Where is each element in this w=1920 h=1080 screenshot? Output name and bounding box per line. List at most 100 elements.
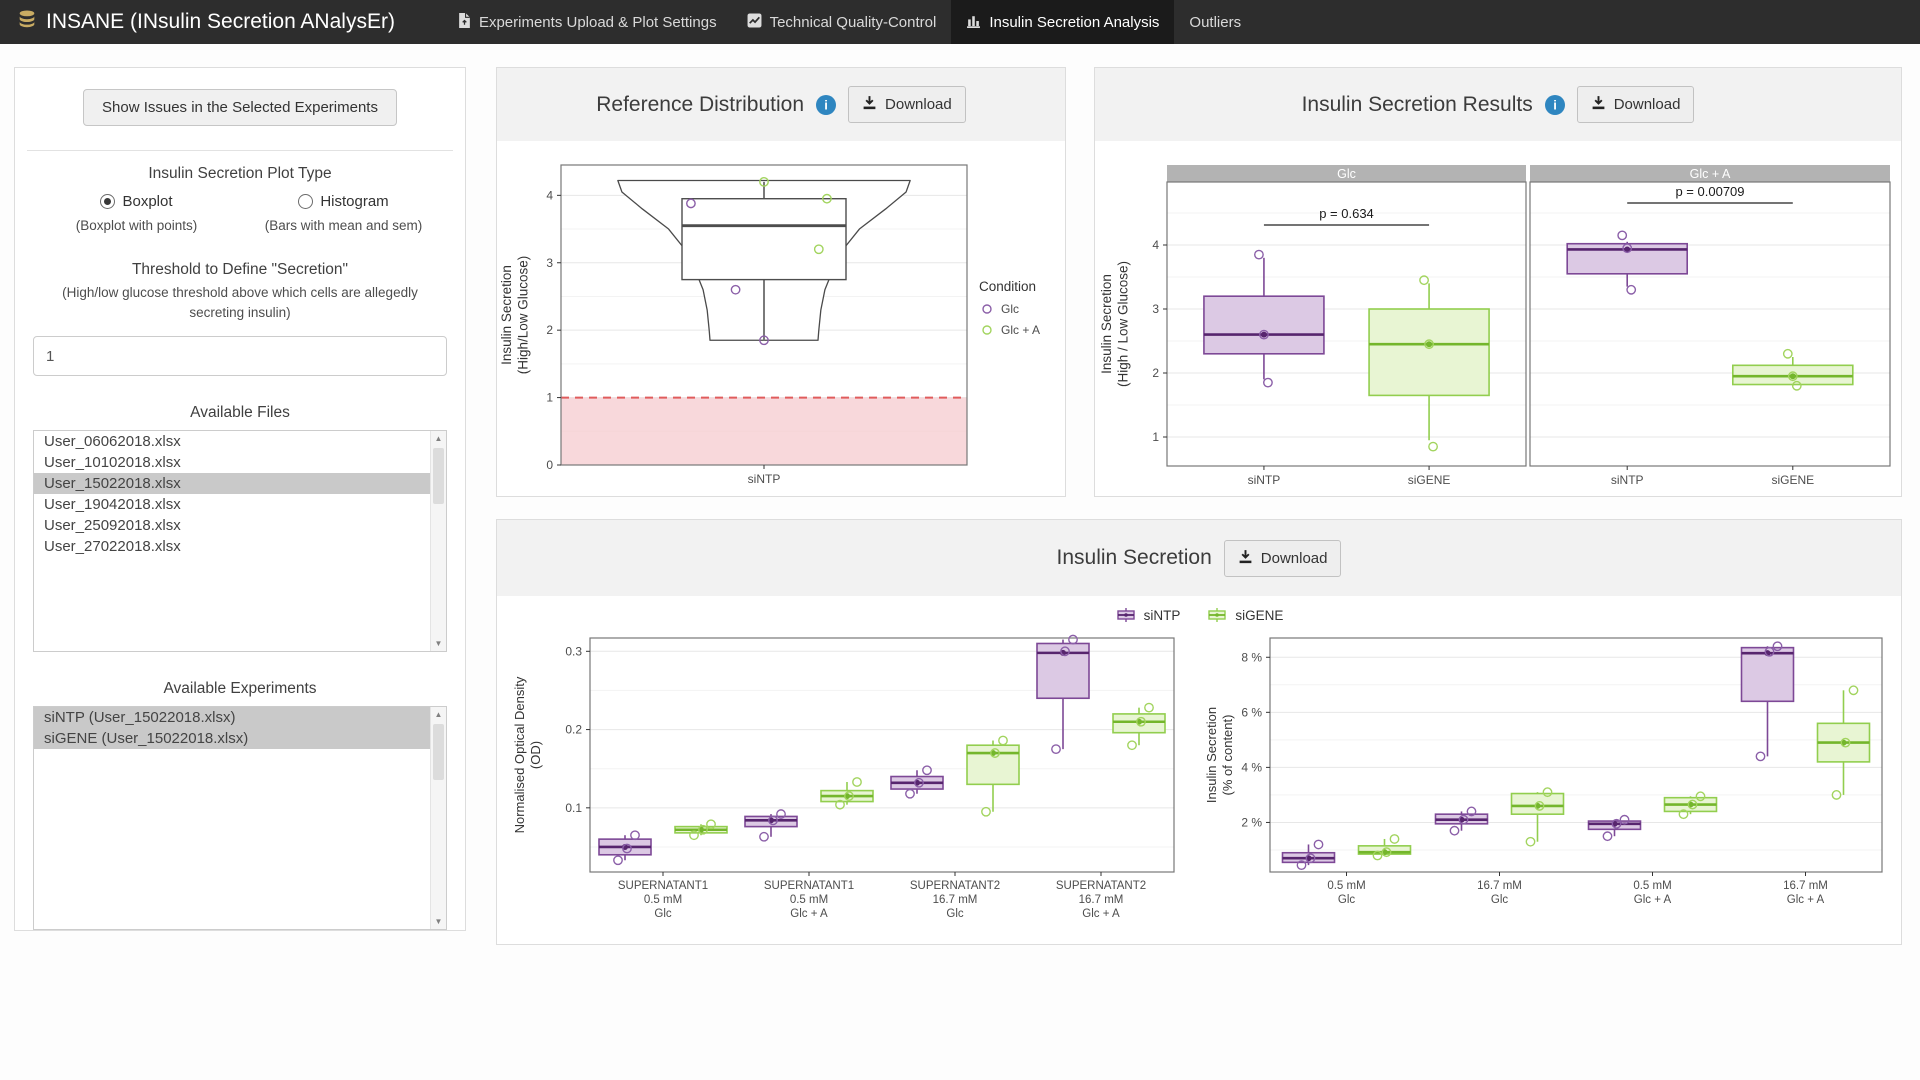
radio-icon[interactable] — [298, 194, 313, 209]
radio-label: Boxplot — [122, 193, 172, 210]
secretion-panel-body: siNTPsiGENE 0.10.20.3SUPERNATANT10.5 mMG… — [497, 598, 1901, 932]
available-experiments-listbox[interactable]: siNTP (User_15022018.xlsx)siGENE (User_1… — [33, 706, 447, 930]
threshold-input[interactable] — [33, 336, 447, 376]
tab-experiments-upload-plot-settings[interactable]: Experiments Upload & Plot Settings — [443, 0, 732, 44]
available-files-label: Available Files — [33, 404, 447, 422]
scroll-down-arrow[interactable]: ▼ — [431, 914, 446, 929]
scroll-thumb[interactable] — [433, 724, 444, 780]
insulin-secretion-results-plot: Glcp = 0.634siNTPsiGENEGlc + Ap = 0.0070… — [1095, 141, 1901, 496]
radio-hint: (Boxplot with points) — [33, 218, 240, 233]
reference-panel-title: Reference Distribution — [596, 93, 804, 117]
svg-text:p = 0.634: p = 0.634 — [1319, 206, 1374, 221]
download-button[interactable]: Download — [1577, 86, 1695, 123]
svg-text:Normalised Optical Density(OD): Normalised Optical Density(OD) — [512, 676, 543, 833]
sidebar: Show Issues in the Selected Experiments … — [14, 67, 466, 931]
svg-text:Glc: Glc — [946, 908, 964, 920]
svg-text:Glc + A: Glc + A — [1082, 908, 1120, 920]
available-experiment-item[interactable]: siNTP (User_15022018.xlsx) — [34, 707, 430, 728]
svg-text:Glc + A: Glc + A — [1690, 167, 1731, 181]
show-issues-button[interactable]: Show Issues in the Selected Experiments — [83, 89, 397, 126]
svg-text:4 %: 4 % — [1241, 760, 1262, 774]
available-file-item[interactable]: User_06062018.xlsx — [34, 431, 430, 452]
svg-text:Insulin Secretion(High/Low Glu: Insulin Secretion(High/Low Glucose) — [499, 256, 531, 375]
svg-text:4: 4 — [546, 188, 553, 202]
scroll-up-arrow[interactable]: ▲ — [431, 431, 446, 446]
svg-text:Glc: Glc — [1337, 167, 1356, 181]
available-file-item[interactable]: User_15022018.xlsx — [34, 473, 430, 494]
available-file-item[interactable]: User_10102018.xlsx — [34, 452, 430, 473]
available-files-listbox[interactable]: User_06062018.xlsxUser_10102018.xlsxUser… — [33, 430, 447, 652]
svg-text:i: i — [1553, 97, 1557, 112]
scrollbar[interactable]: ▲▼ — [430, 707, 446, 929]
svg-text:Glc: Glc — [1001, 302, 1019, 316]
line-chart-icon — [747, 13, 762, 32]
svg-text:0.5 mM: 0.5 mM — [644, 894, 682, 906]
series-legend: siNTP siGENE — [497, 598, 1901, 632]
svg-text:2: 2 — [546, 323, 553, 337]
svg-text:16.7 mM: 16.7 mM — [1783, 880, 1828, 892]
radio-hint: (Bars with mean and sem) — [240, 218, 447, 233]
plot-type-option-histogram: Histogram (Bars with mean and sem) — [240, 193, 447, 233]
svg-text:i: i — [824, 97, 828, 112]
svg-text:p = 0.00709: p = 0.00709 — [1675, 184, 1744, 199]
info-icon[interactable]: i — [1545, 95, 1565, 115]
scroll-up-arrow[interactable]: ▲ — [431, 707, 446, 722]
svg-text:siNTP: siNTP — [1248, 473, 1281, 487]
svg-text:Insulin Secretion(% of content: Insulin Secretion(% of content) — [1206, 707, 1235, 803]
download-button[interactable]: Download — [848, 86, 966, 123]
app-root: INSANE (INsulin Secretion ANalysEr) Expe… — [0, 0, 1920, 1080]
svg-text:2: 2 — [1152, 366, 1159, 380]
sidebar-divider — [27, 150, 453, 151]
info-icon[interactable]: i — [816, 95, 836, 115]
svg-text:Glc + A: Glc + A — [1634, 894, 1672, 906]
tab-outliers[interactable]: Outliers — [1174, 0, 1256, 44]
download-button[interactable]: Download — [1224, 540, 1342, 577]
scroll-thumb[interactable] — [433, 448, 444, 504]
reference-distribution-panel: Reference Distribution i Download 01234s… — [496, 67, 1066, 497]
scroll-track[interactable] — [431, 722, 446, 914]
nav-tabs: Experiments Upload & Plot Settings Techni… — [443, 0, 1256, 44]
tab-insulin-secretion-analysis[interactable]: Insulin Secretion Analysis — [951, 0, 1174, 44]
svg-text:Glc: Glc — [654, 908, 672, 920]
boxplot-glyph-icon — [1206, 607, 1228, 623]
secretion-charts-row: 0.10.20.3SUPERNATANT10.5 mMGlcSUPERNATAN… — [497, 632, 1901, 932]
reference-panel-body: 01234siNTPInsulin Secretion(High/Low Glu… — [497, 141, 1065, 501]
available-experiment-item[interactable]: siGENE (User_15022018.xlsx) — [34, 728, 430, 749]
available-file-item[interactable]: User_19042018.xlsx — [34, 494, 430, 515]
scrollbar[interactable]: ▲▼ — [430, 431, 446, 651]
radio-option[interactable]: Boxplot — [100, 193, 172, 210]
scroll-down-arrow[interactable]: ▼ — [431, 636, 446, 651]
available-file-item[interactable]: User_25092018.xlsx — [34, 515, 430, 536]
svg-text:3: 3 — [1152, 302, 1159, 316]
svg-text:Glc: Glc — [1491, 894, 1509, 906]
results-panel-header: Insulin Secretion Results i Download — [1095, 68, 1901, 141]
svg-text:siNTP: siNTP — [1611, 473, 1644, 487]
legend-item-siNTP: siNTP — [1115, 607, 1181, 623]
insulin-secretion-results-panel: Insulin Secretion Results i Download Glc… — [1094, 67, 1902, 497]
bar-chart-icon — [966, 13, 981, 32]
svg-text:6 %: 6 % — [1241, 705, 1262, 719]
svg-text:SUPERNATANT1: SUPERNATANT1 — [618, 880, 708, 892]
insulin-secretion-panel: Insulin Secretion Download siNTPsiGENE 0… — [496, 519, 1902, 945]
radio-option[interactable]: Histogram — [298, 193, 388, 210]
plot-type-option-boxplot: Boxplot (Boxplot with points) — [33, 193, 240, 233]
svg-text:2 %: 2 % — [1241, 815, 1262, 829]
svg-text:16.7 mM: 16.7 mM — [933, 894, 978, 906]
legend-label: siGENE — [1235, 608, 1283, 623]
svg-text:0.5 mM: 0.5 mM — [1633, 880, 1671, 892]
tab-technical-quality-control[interactable]: Technical Quality-Control — [732, 0, 952, 44]
results-panel-body: Glcp = 0.634siNTPsiGENEGlc + Ap = 0.0070… — [1095, 141, 1901, 501]
download-label: Download — [1614, 96, 1681, 113]
svg-text:0.5 mM: 0.5 mM — [1327, 880, 1365, 892]
scroll-track[interactable] — [431, 446, 446, 636]
tab-label: Outliers — [1189, 14, 1241, 31]
app-title: INSANE (INsulin Secretion ANalysEr) — [46, 10, 395, 34]
svg-text:16.7 mM: 16.7 mM — [1079, 894, 1124, 906]
tab-label: Technical Quality-Control — [770, 14, 937, 31]
svg-text:0.1: 0.1 — [565, 801, 582, 815]
svg-text:SUPERNATANT2: SUPERNATANT2 — [910, 880, 1000, 892]
svg-text:Insulin Secretion(High / Low G: Insulin Secretion(High / Low Glucose) — [1099, 261, 1131, 387]
available-file-item[interactable]: User_27022018.xlsx — [34, 536, 430, 557]
svg-text:8 %: 8 % — [1241, 650, 1262, 664]
radio-icon[interactable] — [100, 194, 115, 209]
